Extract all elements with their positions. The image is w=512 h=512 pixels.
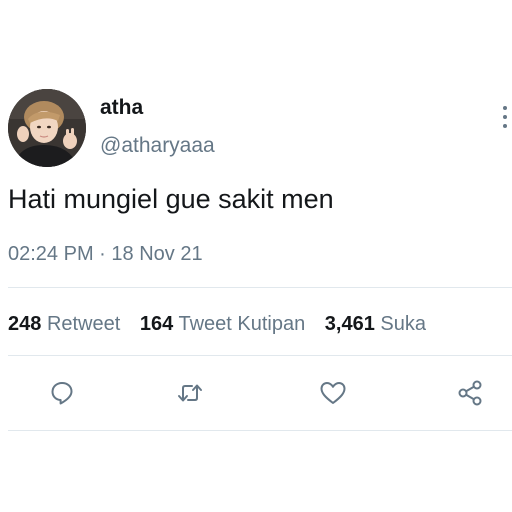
display-name[interactable]: atha — [100, 96, 143, 120]
user-handle[interactable]: @atharyaaa — [100, 134, 215, 158]
more-dot — [503, 106, 507, 110]
retweet-button[interactable] — [174, 377, 206, 409]
tweet-text: Hati mungiel gue sakit men — [8, 184, 334, 214]
share-icon — [458, 380, 482, 406]
likes-stat[interactable]: 3,461 Suka — [325, 313, 426, 335]
quotes-label: Tweet Kutipan — [178, 313, 306, 335]
tweet-card: atha @atharyaaa Hati mungiel gue sakit m… — [0, 0, 512, 512]
retweets-stat[interactable]: 248 Retweet — [8, 313, 120, 335]
reply-button[interactable] — [46, 377, 78, 409]
avatar-photo-icon — [8, 89, 86, 167]
avatar[interactable] — [8, 89, 86, 167]
tweet-stats: 248 Retweet 164 Tweet Kutipan 3,461 Suka — [8, 313, 440, 336]
heart-icon — [320, 382, 346, 404]
tweet-actions — [0, 377, 512, 409]
speech-bubble-icon — [51, 382, 73, 405]
share-button[interactable] — [454, 377, 486, 409]
tweet-time[interactable]: 02:24 PM — [8, 243, 94, 265]
meta-separator: · — [99, 243, 106, 265]
more-dot — [503, 115, 507, 119]
like-button[interactable] — [317, 377, 349, 409]
more-options-icon[interactable] — [502, 106, 508, 128]
likes-label: Suka — [380, 313, 426, 335]
retweets-count: 248 — [8, 313, 42, 335]
quotes-count: 164 — [139, 313, 174, 335]
retweet-icon — [178, 384, 202, 402]
divider — [8, 287, 512, 288]
more-dot — [503, 124, 507, 128]
tweet-meta: 02:24 PM · 18 Nov 21 — [8, 243, 203, 266]
tweet-date[interactable]: 18 Nov 21 — [111, 243, 202, 265]
quotes-stat[interactable]: 164 Tweet Kutipan — [140, 313, 305, 335]
divider — [8, 430, 512, 431]
divider — [8, 355, 512, 356]
retweets-label: Retweet — [46, 313, 121, 335]
likes-count: 3,461 — [324, 313, 375, 335]
